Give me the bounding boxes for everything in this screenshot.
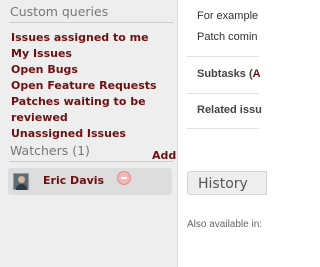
description-text-line-1: For example <box>197 10 259 22</box>
sidebar: Custom queries Issues assigned to me My … <box>0 0 178 267</box>
query-my-issues[interactable]: My Issues <box>11 46 176 62</box>
add-watcher-link[interactable]: Add <box>152 149 176 162</box>
subtasks-label: Subtasks (A <box>197 68 261 80</box>
also-available-text: Also available in: <box>187 219 263 230</box>
query-open-bugs[interactable]: Open Bugs <box>11 62 176 78</box>
custom-queries-list: Issues assigned to me My Issues Open Bug… <box>11 30 176 142</box>
avatar <box>13 173 29 190</box>
query-open-feature-requests[interactable]: Open Feature Requests <box>11 78 176 94</box>
custom-queries-heading: Custom queries <box>10 4 173 23</box>
history-title: History <box>198 176 248 192</box>
divider <box>187 93 259 94</box>
subtasks-add-link[interactable]: A <box>253 68 261 80</box>
query-unassigned-issues[interactable]: Unassigned Issues <box>11 126 176 142</box>
history-header: History <box>187 171 267 195</box>
query-patches-waiting-line-1[interactable]: Patches waiting to be <box>11 94 176 110</box>
description-text-line-2: Patch comin <box>197 31 258 43</box>
divider <box>187 128 259 129</box>
subtasks-label-text: Subtasks ( <box>197 68 253 80</box>
watcher-item: Eric Davis <box>8 168 172 195</box>
watcher-name-link[interactable]: Eric Davis <box>43 174 104 187</box>
query-issues-assigned-to-me[interactable]: Issues assigned to me <box>11 30 176 46</box>
remove-circle-icon[interactable] <box>117 171 131 185</box>
divider <box>187 56 259 57</box>
related-issues-label: Related issu <box>197 104 262 116</box>
query-patches-waiting-line-2[interactable]: reviewed <box>11 110 176 126</box>
watchers-heading: Watchers (1) <box>10 143 173 162</box>
